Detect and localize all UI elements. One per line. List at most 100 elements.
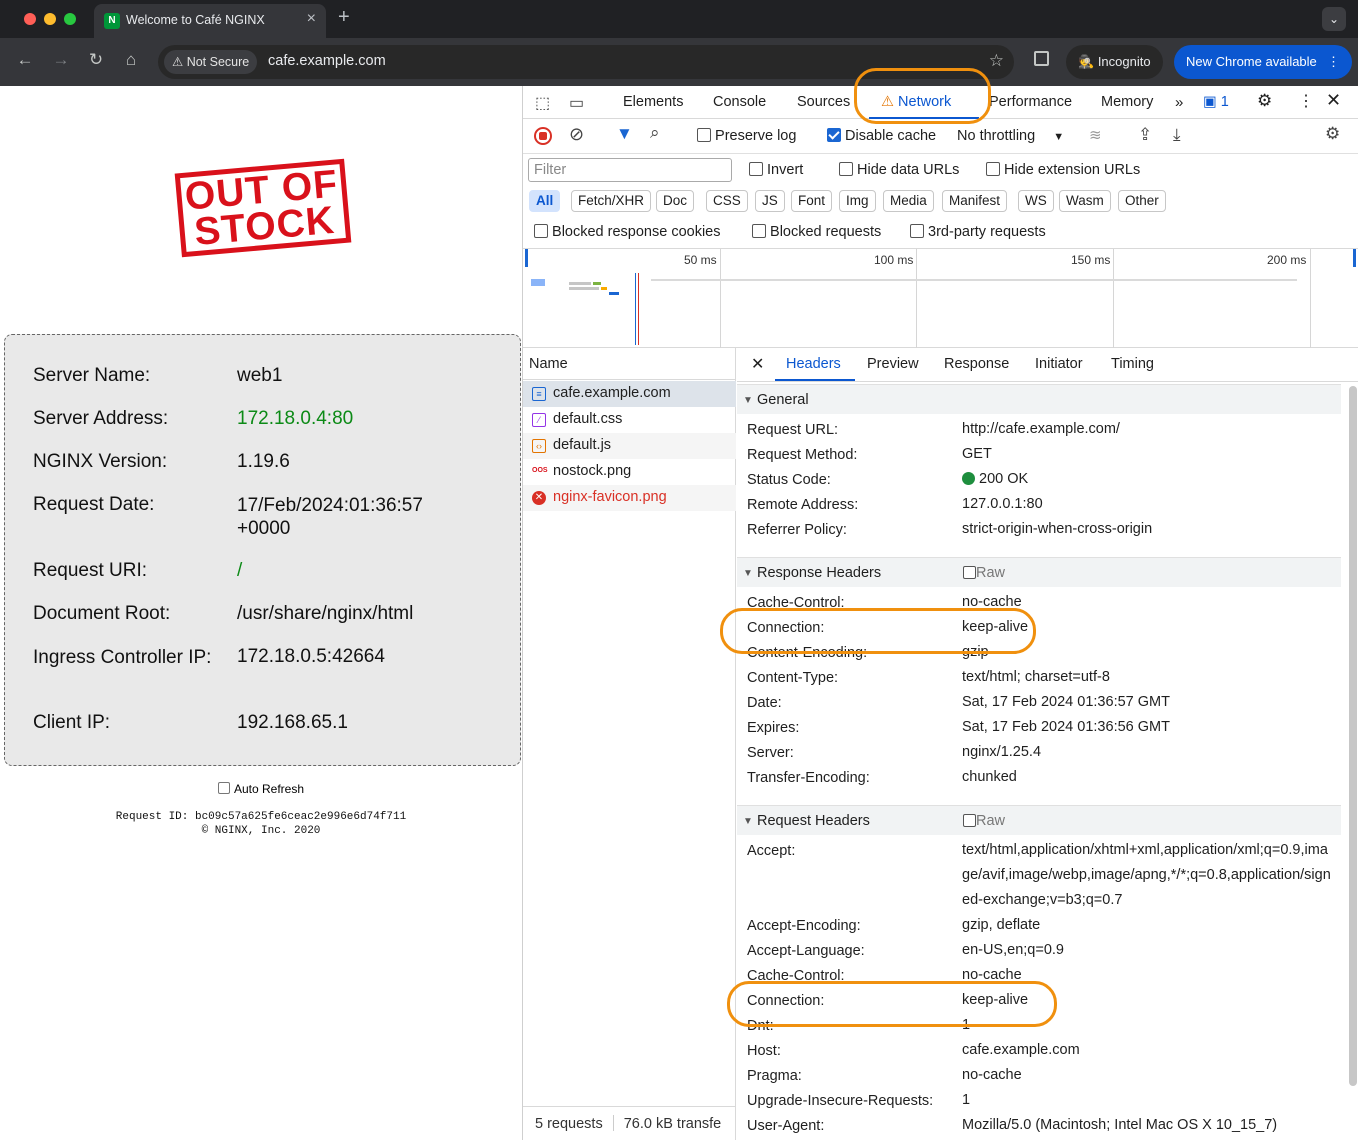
incognito-chip[interactable]: 🕵 Incognito xyxy=(1066,45,1163,79)
transfer-size: 76.0 kB transfe xyxy=(623,1116,722,1132)
record-stop-icon[interactable] xyxy=(534,127,552,145)
new-tab-icon[interactable]: + xyxy=(338,6,350,29)
request-name: nginx-favicon.png xyxy=(553,489,667,505)
type-filter-all[interactable]: All xyxy=(529,190,561,212)
tab-search-chevron-icon[interactable]: ⌄ xyxy=(1322,7,1346,31)
search-icon[interactable]: ⌕ xyxy=(650,123,660,143)
third-party-option[interactable]: 3rd-party requests xyxy=(910,224,1046,240)
issues-counter[interactable]: ▣ 1 xyxy=(1203,94,1229,110)
request-row[interactable]: ‹› default.js xyxy=(523,433,736,459)
forward-icon[interactable]: → xyxy=(50,50,72,70)
request-row[interactable]: ⁄ default.css xyxy=(523,407,736,433)
close-devtools-icon[interactable]: ✕ xyxy=(1326,90,1341,111)
tab-timing[interactable]: Timing xyxy=(1111,356,1154,372)
security-chip[interactable]: ⚠ Not Secure xyxy=(164,50,258,74)
invert-option[interactable]: Invert xyxy=(749,162,803,178)
close-tab-icon[interactable]: × xyxy=(307,10,316,28)
type-filter-manifest[interactable]: Manifest xyxy=(942,190,1008,212)
hide-data-urls-checkbox[interactable] xyxy=(839,162,853,176)
raw-checkbox[interactable] xyxy=(963,814,976,827)
tab-preview[interactable]: Preview xyxy=(867,356,919,372)
hide-extension-urls-checkbox[interactable] xyxy=(986,162,1000,176)
device-toolbar-icon[interactable]: ▭ xyxy=(569,93,584,113)
raw-label: Raw xyxy=(976,813,1006,829)
type-filter-wasm[interactable]: Wasm xyxy=(1059,190,1111,212)
type-filter-js[interactable]: JS xyxy=(755,190,785,212)
back-icon[interactable]: ← xyxy=(14,50,36,70)
tab-sources[interactable]: Sources xyxy=(797,94,850,110)
general-section-header[interactable]: ▼ General xyxy=(737,384,1341,414)
tab-initiator[interactable]: Initiator xyxy=(1035,356,1083,372)
nginx-favicon-icon: N xyxy=(104,13,120,29)
hide-extension-urls-option[interactable]: Hide extension URLs xyxy=(986,162,1140,178)
tab-performance[interactable]: Performance xyxy=(989,94,1072,110)
home-icon[interactable]: ⌂ xyxy=(120,50,142,70)
network-conditions-icon[interactable]: ≋ xyxy=(1089,126,1102,144)
name-column-header[interactable]: Name xyxy=(523,348,736,380)
tab-memory[interactable]: Memory xyxy=(1101,94,1153,110)
type-filter-img[interactable]: Img xyxy=(839,190,876,212)
tab-console[interactable]: Console xyxy=(713,94,766,110)
export-har-icon[interactable]: ⤓ xyxy=(1173,125,1181,145)
close-detail-icon[interactable]: ✕ xyxy=(751,354,764,374)
preserve-log-option[interactable]: Preserve log xyxy=(697,128,796,144)
more-options-icon[interactable]: ⋮ xyxy=(1298,91,1314,111)
auto-refresh-checkbox[interactable] xyxy=(217,782,230,794)
type-filter-fetch[interactable]: Fetch/XHR xyxy=(571,190,652,212)
inspect-element-icon[interactable]: ⬚ xyxy=(535,93,550,113)
request-headers-section-header[interactable]: ▼ Request Headers Raw xyxy=(737,805,1341,835)
raw-toggle[interactable]: Raw xyxy=(963,565,1005,581)
minimize-window-button[interactable] xyxy=(44,13,56,25)
tab-headers[interactable]: Headers xyxy=(786,356,841,372)
close-window-button[interactable] xyxy=(24,13,36,25)
timeline-overview[interactable]: 50 ms 100 ms 150 ms 200 ms xyxy=(523,248,1358,349)
raw-toggle[interactable]: Raw xyxy=(963,813,1005,829)
overview-handle[interactable] xyxy=(1353,249,1356,267)
blocked-cookies-option[interactable]: Blocked response cookies xyxy=(534,224,721,240)
bookmark-star-icon[interactable]: ☆ xyxy=(989,51,1004,71)
tab-elements[interactable]: Elements xyxy=(623,94,683,110)
filter-input[interactable]: Filter xyxy=(528,158,732,182)
detail-scrollbar[interactable] xyxy=(1349,386,1357,1086)
section-title: Response Headers xyxy=(757,565,882,581)
reload-icon[interactable]: ↻ xyxy=(85,50,107,70)
request-row[interactable]: OOS nostock.png xyxy=(523,459,736,485)
browser-tab[interactable]: N Welcome to Café NGINX × xyxy=(94,4,326,38)
request-row[interactable]: ≡ cafe.example.com xyxy=(523,381,736,407)
more-menu-icon[interactable]: ⋮ xyxy=(1327,45,1340,79)
type-filter-ws[interactable]: WS xyxy=(1018,190,1054,212)
type-filter-media[interactable]: Media xyxy=(883,190,934,212)
type-filter-other[interactable]: Other xyxy=(1118,190,1166,212)
invert-checkbox[interactable] xyxy=(749,162,763,176)
disable-cache-option[interactable]: Disable cache xyxy=(827,128,936,144)
type-filter-css[interactable]: CSS xyxy=(706,190,748,212)
settings-gear-icon[interactable]: ⚙ xyxy=(1257,91,1272,111)
response-headers-section-header[interactable]: ▼ Response Headers Raw xyxy=(737,557,1341,587)
third-party-checkbox[interactable] xyxy=(910,224,924,238)
tab-response[interactable]: Response xyxy=(944,356,1009,372)
throttling-select[interactable]: No throttling ▼ xyxy=(957,128,1064,144)
import-har-icon[interactable]: ⇪ xyxy=(1138,125,1152,145)
clear-icon[interactable]: ⊘ xyxy=(569,124,584,145)
request-bar xyxy=(531,279,545,286)
type-filter-doc[interactable]: Doc xyxy=(656,190,695,212)
type-filter-font[interactable]: Font xyxy=(791,190,833,212)
update-chrome-button[interactable]: New Chrome available ⋮ xyxy=(1174,45,1352,79)
preserve-log-checkbox[interactable] xyxy=(697,128,711,142)
raw-checkbox[interactable] xyxy=(963,566,976,579)
more-tabs-icon[interactable]: » xyxy=(1175,94,1183,111)
header-key: Expires: xyxy=(747,720,800,736)
disable-cache-checkbox[interactable] xyxy=(827,128,841,142)
blocked-requests-checkbox[interactable] xyxy=(752,224,766,238)
network-settings-icon[interactable]: ⚙ xyxy=(1325,124,1340,144)
url-text[interactable]: cafe.example.com xyxy=(268,53,386,69)
side-panel-icon[interactable] xyxy=(1034,51,1049,66)
request-row[interactable]: ✕ nginx-favicon.png xyxy=(523,485,736,511)
filter-icon[interactable]: ▼ xyxy=(616,124,633,144)
blocked-requests-option[interactable]: Blocked requests xyxy=(752,224,881,240)
auto-refresh-control[interactable]: Auto Refresh xyxy=(0,782,522,796)
overview-handle[interactable] xyxy=(525,249,528,267)
blocked-cookies-checkbox[interactable] xyxy=(534,224,548,238)
maximize-window-button[interactable] xyxy=(64,13,76,25)
hide-data-urls-option[interactable]: Hide data URLs xyxy=(839,162,959,178)
